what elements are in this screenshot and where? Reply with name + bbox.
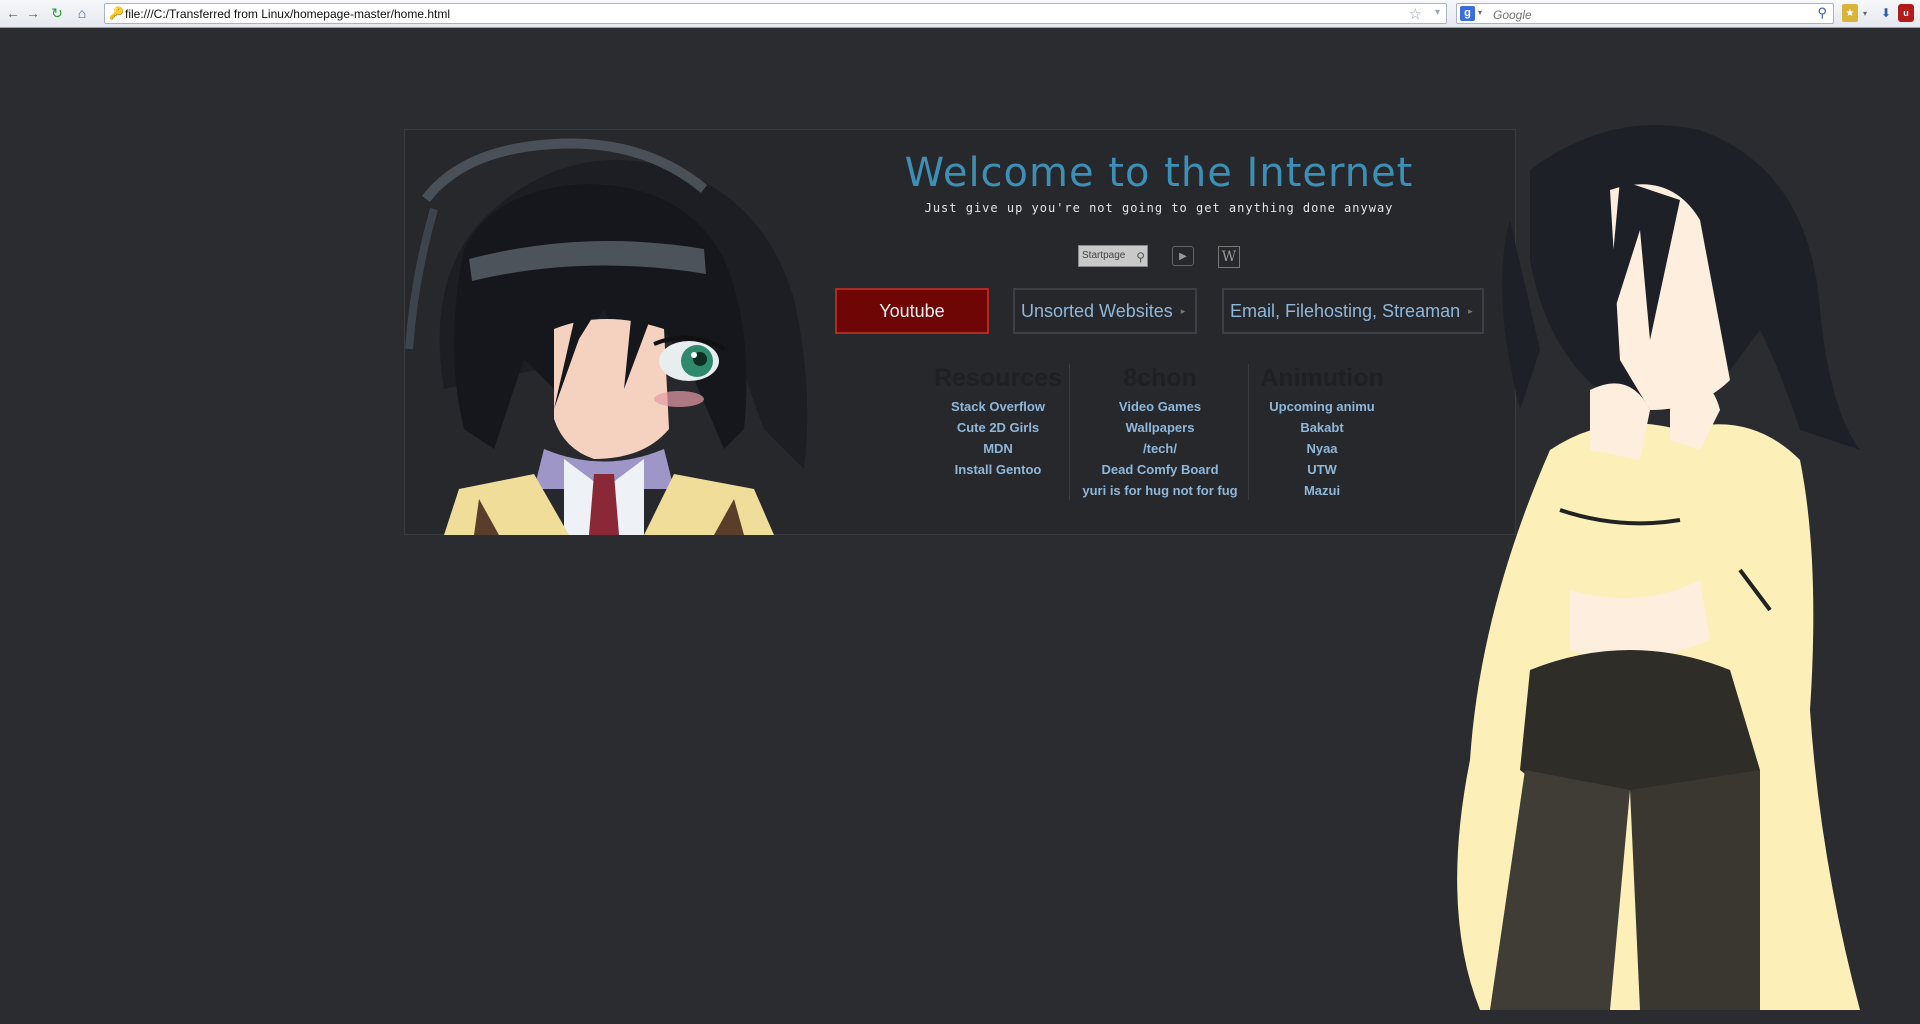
column-heading: 8chon <box>1123 364 1197 392</box>
tab-youtube[interactable]: Youtube <box>835 288 989 334</box>
wikipedia-icon[interactable]: W <box>1218 246 1240 268</box>
caret-right-icon: ▸ <box>1180 305 1186 316</box>
column-divider <box>1069 364 1070 500</box>
bookmarks-menu-icon[interactable]: ★ <box>1842 4 1858 22</box>
tab-unsorted-label: Unsorted Websites <box>1021 300 1173 321</box>
link-upcoming-animu[interactable]: Upcoming animu <box>1252 396 1392 417</box>
search-input[interactable] <box>1491 5 1795 24</box>
mascot-right-illustration <box>1380 110 1920 1024</box>
column-heading: Resources <box>934 364 1062 392</box>
link-install-gentoo[interactable]: Install Gentoo <box>930 459 1066 480</box>
back-icon[interactable]: ← <box>4 4 22 22</box>
link-dead-comfy-board[interactable]: Dead Comfy Board <box>1072 459 1248 480</box>
search-icon[interactable]: ⚲ <box>1817 5 1827 21</box>
link-utw[interactable]: UTW <box>1252 459 1392 480</box>
google-engine-icon[interactable]: g <box>1460 6 1475 21</box>
url-bar[interactable]: 🔑 file:///C:/Transferred from Linux/home… <box>104 3 1447 24</box>
resources-column: Resources Stack Overflow Cute 2D Girls M… <box>930 364 1066 480</box>
url-text[interactable]: file:///C:/Transferred from Linux/homepa… <box>125 7 450 21</box>
bookmarks-dropdown-icon[interactable]: ▾ <box>1860 4 1870 22</box>
bookmark-star-icon[interactable]: ☆ <box>1409 5 1422 23</box>
link-cute-2d-girls[interactable]: Cute 2D Girls <box>930 417 1066 438</box>
ublock-shield-icon[interactable]: u <box>1898 4 1914 22</box>
startpage-search-button[interactable]: Startpage ⚲ <box>1078 245 1148 267</box>
search-icon: ⚲ <box>1136 250 1145 264</box>
mascot-left-illustration <box>404 129 834 535</box>
home-icon[interactable]: ⌂ <box>73 4 91 22</box>
search-bar[interactable]: g ▾ ⚲ <box>1456 3 1834 24</box>
link-video-games[interactable]: Video Games <box>1072 396 1248 417</box>
link-tech[interactable]: /tech/ <box>1072 438 1248 459</box>
url-history-dropdown-icon[interactable]: ▾ <box>1435 7 1440 18</box>
column-heading: Animution <box>1260 364 1384 392</box>
tab-youtube-label: Youtube <box>879 300 945 321</box>
search-engine-dropdown-icon[interactable]: ▾ <box>1478 8 1482 17</box>
downloads-icon[interactable]: ⬇ <box>1878 4 1894 22</box>
tab-unsorted-websites[interactable]: Unsorted Websites ▸ <box>1013 288 1197 334</box>
page-subtitle: Just give up you're not going to get any… <box>924 201 1394 215</box>
8chon-column: 8chon Video Games Wallpapers /tech/ Dead… <box>1072 364 1248 501</box>
link-wallpapers[interactable]: Wallpapers <box>1072 417 1248 438</box>
column-divider <box>1248 364 1249 500</box>
animution-column: Animution Upcoming animu Bakabt Nyaa UTW… <box>1252 364 1392 501</box>
startpage-label: Startpage <box>1082 250 1126 261</box>
link-bakabt[interactable]: Bakabt <box>1252 417 1392 438</box>
page-title: Welcome to the Internet <box>904 150 1414 196</box>
link-nyaa[interactable]: Nyaa <box>1252 438 1392 459</box>
site-identity-icon[interactable]: 🔑 <box>109 6 124 20</box>
reload-icon[interactable]: ↻ <box>48 4 66 22</box>
forward-icon[interactable]: → <box>24 4 42 22</box>
link-stack-overflow[interactable]: Stack Overflow <box>930 396 1066 417</box>
caret-right-icon: ▸ <box>1468 305 1473 316</box>
browser-toolbar: ← → ↻ ⌂ 🔑 file:///C:/Transferred from Li… <box>0 0 1920 28</box>
tab-email-label: Email, Filehosting, Streaman <box>1230 300 1461 321</box>
link-mdn[interactable]: MDN <box>930 438 1066 459</box>
youtube-icon[interactable]: ▶ <box>1172 246 1194 266</box>
link-mazui[interactable]: Mazui <box>1252 480 1392 501</box>
tab-email-filehosting[interactable]: Email, Filehosting, Streaman ▸ <box>1222 288 1484 334</box>
link-yuri[interactable]: yuri is for hug not for fug <box>1072 480 1248 501</box>
